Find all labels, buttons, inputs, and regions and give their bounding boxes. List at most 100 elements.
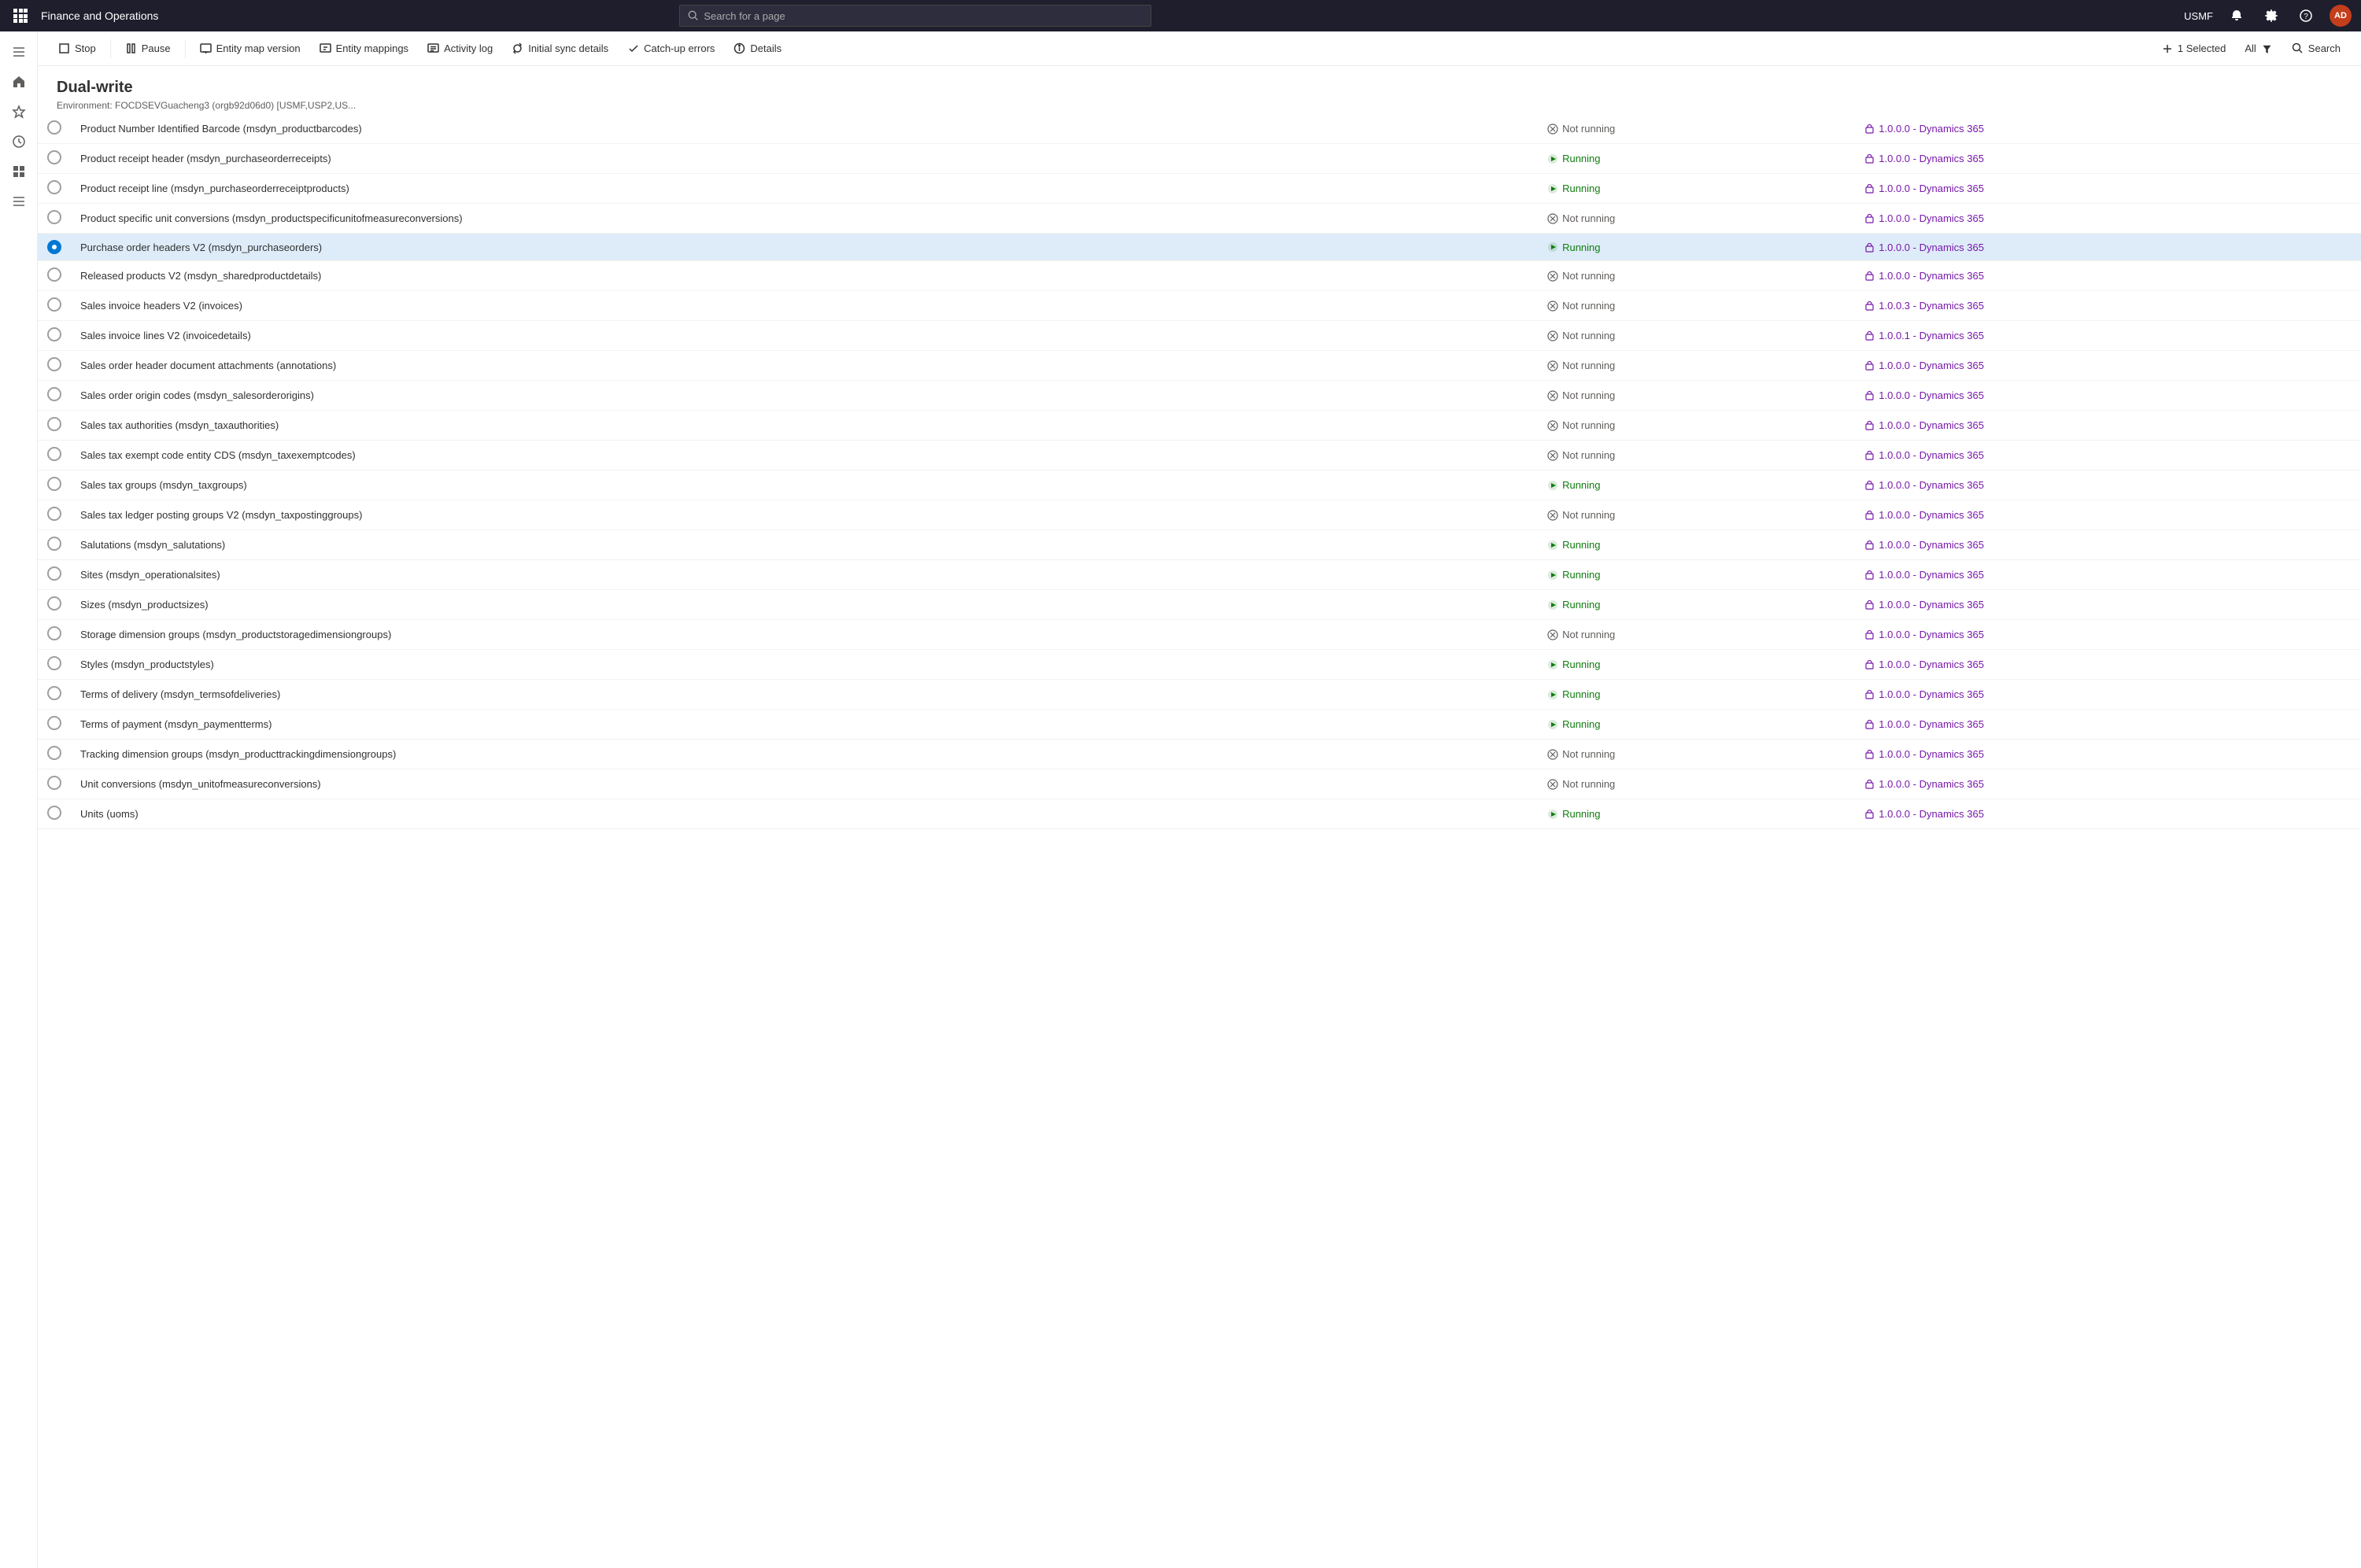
table-row[interactable]: Sales invoice headers V2 (invoices) Not … (38, 291, 2361, 321)
entity-name: Storage dimension groups (msdyn_products… (71, 620, 1538, 650)
sidebar-recent-icon[interactable] (5, 127, 33, 156)
radio-button[interactable] (47, 210, 61, 224)
radio-button[interactable] (47, 596, 61, 611)
table-row[interactable]: Sales tax exempt code entity CDS (msdyn_… (38, 441, 2361, 470)
radio-button[interactable] (47, 240, 61, 254)
entity-version: 1.0.0.0 - Dynamics 365 (1855, 799, 2361, 829)
radio-button[interactable] (47, 626, 61, 640)
table-row[interactable]: Units (uoms) Running 1.0.0.0 - Dynamics … (38, 799, 2361, 829)
radio-button[interactable] (47, 507, 61, 521)
filter-all-button[interactable]: All (2237, 36, 2280, 61)
entity-status: Running (1538, 590, 1855, 620)
sidebar-menu-icon[interactable] (5, 38, 33, 66)
stop-button[interactable]: Stop (50, 36, 104, 61)
radio-button[interactable] (47, 267, 61, 282)
sidebar-home-icon[interactable] (5, 68, 33, 96)
entity-map-version-button[interactable]: Entity map version (192, 36, 309, 61)
table-row[interactable]: Unit conversions (msdyn_unitofmeasurecon… (38, 769, 2361, 799)
radio-button[interactable] (47, 566, 61, 581)
entity-version: 1.0.0.0 - Dynamics 365 (1855, 411, 2361, 441)
entity-version: 1.0.0.0 - Dynamics 365 (1855, 500, 2361, 530)
global-search[interactable]: Search for a page (679, 5, 1151, 27)
catchup-errors-button[interactable]: Catch-up errors (619, 36, 722, 61)
entity-version: 1.0.0.0 - Dynamics 365 (1855, 680, 2361, 710)
entity-name: Terms of payment (msdyn_paymentterms) (71, 710, 1538, 740)
entity-name: Sites (msdyn_operationalsites) (71, 560, 1538, 590)
radio-button[interactable] (47, 716, 61, 730)
activity-log-button[interactable]: Activity log (419, 36, 501, 61)
radio-button[interactable] (47, 417, 61, 431)
radio-cell (38, 500, 71, 530)
sidebar-modules-icon[interactable] (5, 157, 33, 186)
radio-button[interactable] (47, 746, 61, 760)
avatar[interactable]: AD (2330, 5, 2352, 27)
table-row[interactable]: Sales tax authorities (msdyn_taxauthorit… (38, 411, 2361, 441)
entity-name: Purchase order headers V2 (msdyn_purchas… (71, 234, 1538, 261)
table-row[interactable]: Storage dimension groups (msdyn_products… (38, 620, 2361, 650)
entity-version: 1.0.0.0 - Dynamics 365 (1855, 351, 2361, 381)
search-button[interactable]: Search (2284, 36, 2348, 61)
radio-button[interactable] (47, 297, 61, 312)
entity-status: Running (1538, 470, 1855, 500)
entity-version: 1.0.0.0 - Dynamics 365 (1855, 590, 2361, 620)
sidebar-list-icon[interactable] (5, 187, 33, 216)
top-bar-right: USMF ? AD (2184, 5, 2352, 27)
table-row[interactable]: Released products V2 (msdyn_sharedproduc… (38, 261, 2361, 291)
radio-button[interactable] (47, 537, 61, 551)
table-row[interactable]: Purchase order headers V2 (msdyn_purchas… (38, 234, 2361, 261)
table-row[interactable]: Sales tax groups (msdyn_taxgroups) Runni… (38, 470, 2361, 500)
radio-button[interactable] (47, 357, 61, 371)
table-row[interactable]: Terms of payment (msdyn_paymentterms) Ru… (38, 710, 2361, 740)
entity-mappings-button[interactable]: Entity mappings (312, 36, 417, 61)
radio-button[interactable] (47, 776, 61, 790)
entity-status: Not running (1538, 291, 1855, 321)
radio-button[interactable] (47, 447, 61, 461)
table-row[interactable]: Sales tax ledger posting groups V2 (msdy… (38, 500, 2361, 530)
details-button[interactable]: Details (726, 36, 789, 61)
radio-button[interactable] (47, 656, 61, 670)
table-row[interactable]: Product receipt line (msdyn_purchaseorde… (38, 174, 2361, 204)
radio-button[interactable] (47, 387, 61, 401)
entity-status: Not running (1538, 261, 1855, 291)
separator-2 (185, 39, 186, 58)
entity-version: 1.0.0.0 - Dynamics 365 (1855, 234, 2361, 261)
radio-cell (38, 470, 71, 500)
notifications-icon[interactable] (2226, 5, 2248, 27)
table-row[interactable]: Sizes (msdyn_productsizes) Running 1.0.0… (38, 590, 2361, 620)
apps-button[interactable] (9, 5, 31, 27)
radio-cell (38, 799, 71, 829)
help-icon[interactable]: ? (2295, 5, 2317, 27)
table-row[interactable]: Product specific unit conversions (msdyn… (38, 204, 2361, 234)
radio-button[interactable] (47, 477, 61, 491)
entity-version: 1.0.0.0 - Dynamics 365 (1855, 174, 2361, 204)
entity-version: 1.0.0.0 - Dynamics 365 (1855, 114, 2361, 144)
table-row[interactable]: Product receipt header (msdyn_purchaseor… (38, 144, 2361, 174)
radio-button[interactable] (47, 327, 61, 341)
command-bar: Stop Pause Entity map version Entity map… (38, 31, 2361, 66)
settings-icon[interactable] (2260, 5, 2282, 27)
sidebar-favorites-icon[interactable] (5, 98, 33, 126)
table-row[interactable]: Product Number Identified Barcode (msdyn… (38, 114, 2361, 144)
radio-button[interactable] (47, 806, 61, 820)
table-row[interactable]: Styles (msdyn_productstyles) Running 1.0… (38, 650, 2361, 680)
table-row[interactable]: Sales invoice lines V2 (invoicedetails) … (38, 321, 2361, 351)
table-row[interactable]: Sales order header document attachments … (38, 351, 2361, 381)
radio-button[interactable] (47, 180, 61, 194)
radio-cell (38, 441, 71, 470)
radio-cell (38, 144, 71, 174)
entity-status: Running (1538, 144, 1855, 174)
radio-cell (38, 204, 71, 234)
radio-button[interactable] (47, 686, 61, 700)
table-row[interactable]: Tracking dimension groups (msdyn_product… (38, 740, 2361, 769)
entity-version: 1.0.0.0 - Dynamics 365 (1855, 650, 2361, 680)
table-row[interactable]: Terms of delivery (msdyn_termsofdeliveri… (38, 680, 2361, 710)
radio-button[interactable] (47, 150, 61, 164)
pause-button[interactable]: Pause (117, 36, 179, 61)
table-row[interactable]: Sales order origin codes (msdyn_salesord… (38, 381, 2361, 411)
table-row[interactable]: Salutations (msdyn_salutations) Running … (38, 530, 2361, 560)
entity-name: Sales tax exempt code entity CDS (msdyn_… (71, 441, 1538, 470)
radio-button[interactable] (47, 120, 61, 135)
table-row[interactable]: Sites (msdyn_operationalsites) Running 1… (38, 560, 2361, 590)
sidebar (0, 31, 38, 1568)
initial-sync-button[interactable]: Initial sync details (504, 36, 616, 61)
